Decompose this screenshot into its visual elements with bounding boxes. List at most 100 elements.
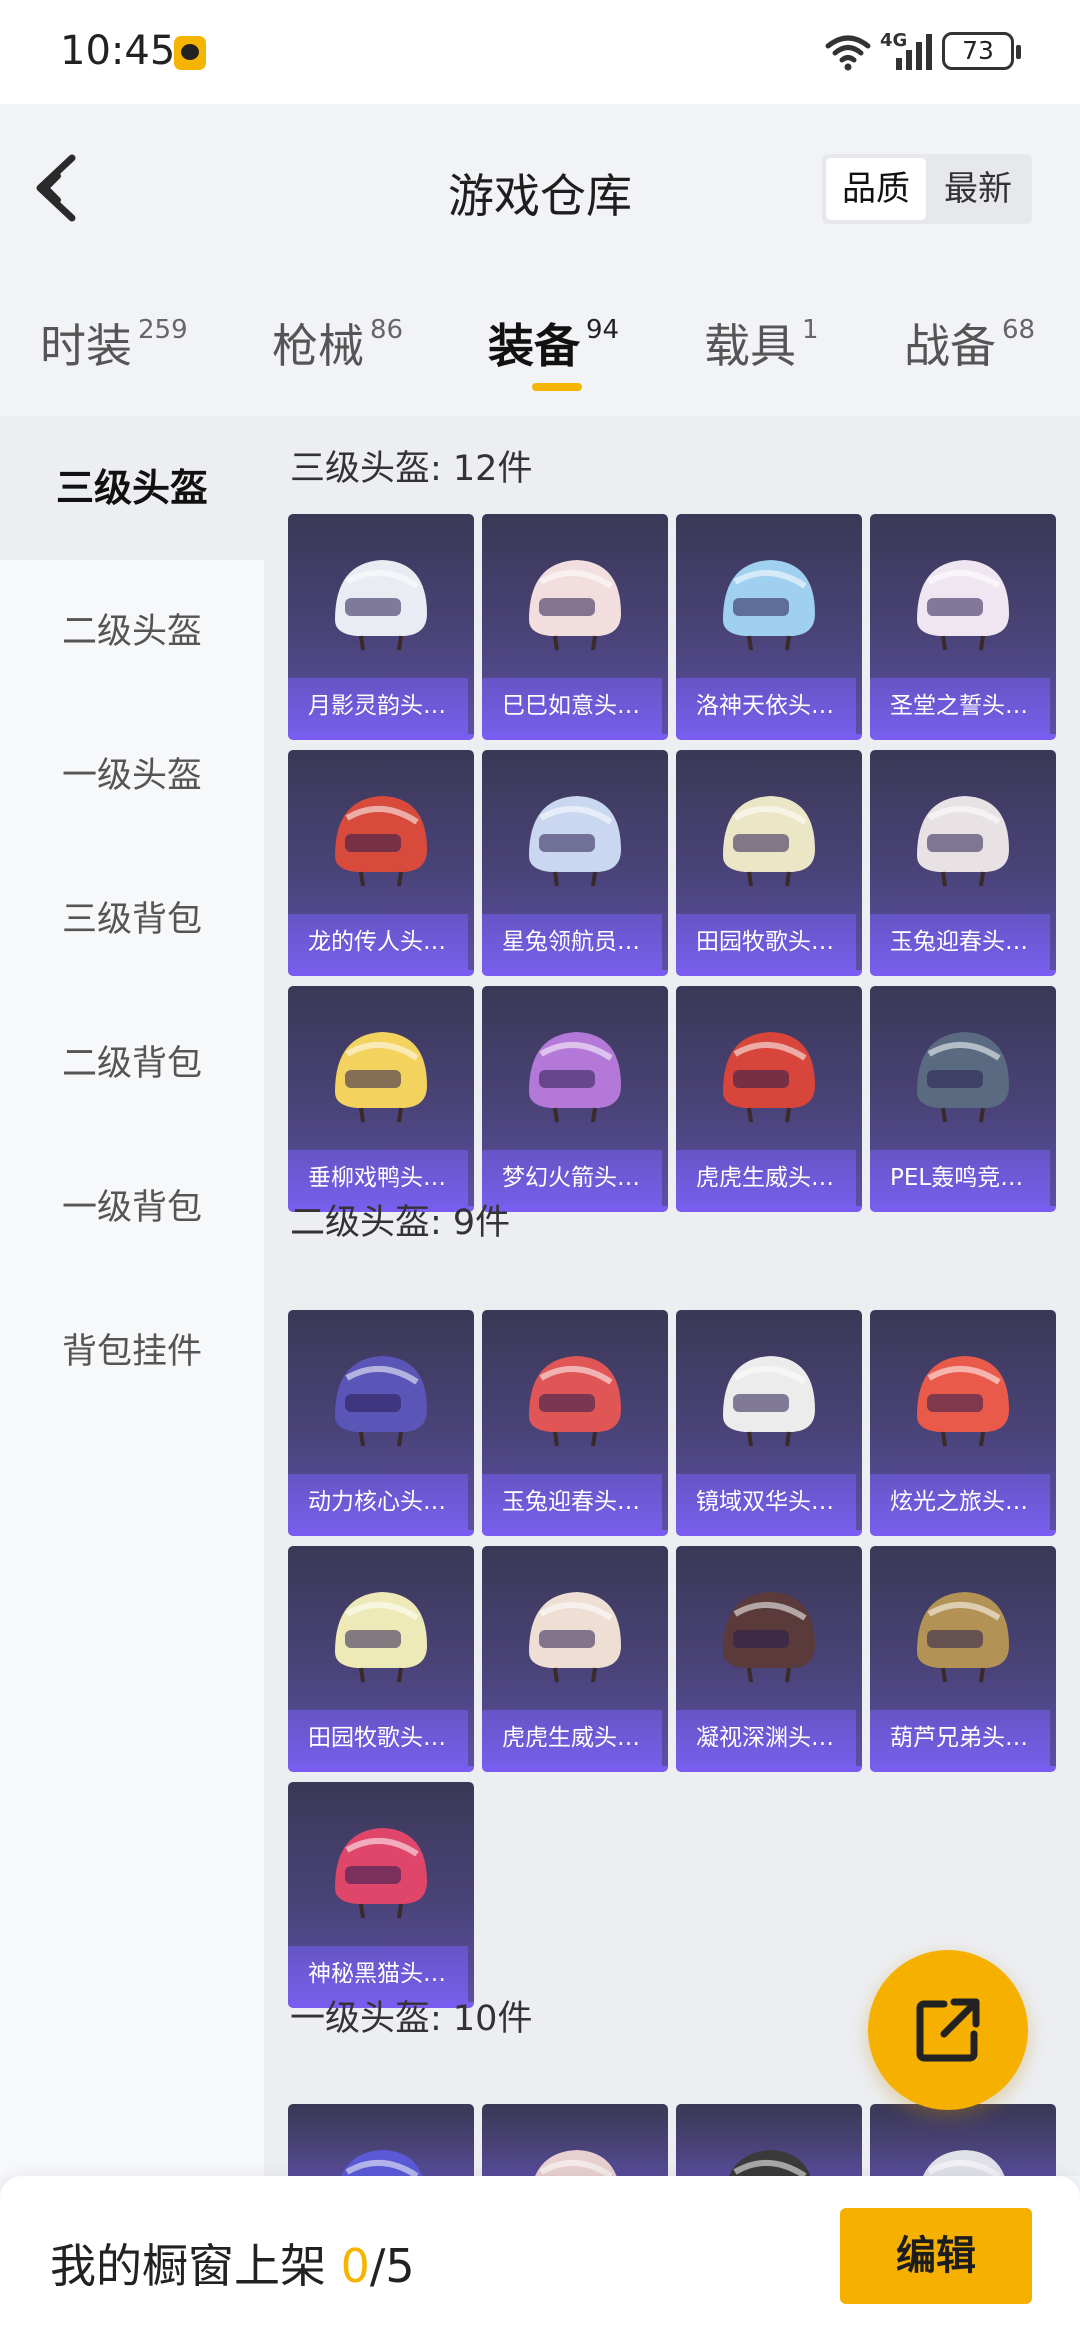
helmet-icon (723, 1356, 815, 1447)
showcase-bar: 我的橱窗上架 0/5 编辑 (0, 2176, 1080, 2340)
item-card[interactable]: 梦幻火箭头… (482, 986, 668, 1212)
showcase-total-count: /5 (369, 2239, 415, 2293)
item-card[interactable]: 虎虎生威头… (676, 986, 862, 1212)
item-card[interactable]: 神秘黑猫头… (288, 1782, 474, 2008)
item-card[interactable]: 月影灵韵头… (288, 514, 474, 740)
edit-button[interactable]: 编辑 (840, 2208, 1032, 2304)
category-tabs: 时装 259 枪械 86 装备 94 载具 1 战备 68 (0, 300, 1080, 416)
sidebar-item-backpack-lv2[interactable]: 二级背包 (0, 992, 264, 1136)
item-name: 月影灵韵头… (288, 678, 468, 734)
showcase-current-count: 0 (340, 2239, 370, 2293)
item-name: 炫光之旅头… (870, 1474, 1050, 1530)
item-card[interactable]: 镜域双华头… (676, 1310, 862, 1536)
helmet-icon (917, 1592, 1009, 1683)
item-card[interactable]: 玉兔迎春头… (482, 1310, 668, 1536)
section-title-helmet-lv3: 三级头盔: 12件 (290, 449, 533, 489)
item-name: 虎虎生威头… (676, 1150, 856, 1206)
share-button[interactable] (868, 1950, 1028, 2110)
item-card[interactable]: 星兔领航员… (482, 750, 668, 976)
item-card[interactable]: 炫光之旅头… (870, 1310, 1056, 1536)
tab-supplies[interactable]: 战备 68 (904, 310, 1035, 390)
helmet-icon (335, 1592, 427, 1683)
tab-label: 载具 (704, 319, 796, 373)
sidebar-item-backpack-pendant[interactable]: 背包挂件 (0, 1280, 264, 1424)
item-card[interactable]: PEL轰鸣竞… (870, 986, 1056, 1212)
sort-option-quality[interactable]: 品质 (826, 158, 926, 220)
wifi-icon (825, 35, 871, 71)
sidebar-item-helmet-lv1[interactable]: 一级头盔 (0, 704, 264, 848)
helmet-icon (917, 560, 1009, 651)
helmet-icon (535, 2150, 617, 2176)
tab-count: 68 (1002, 315, 1036, 345)
battery-indicator: 73 (942, 32, 1021, 70)
item-card[interactable]: 玉兔迎春头… (870, 750, 1056, 976)
tab-equipment[interactable]: 装备 94 (488, 310, 619, 390)
helmet-icon (723, 1032, 815, 1123)
tab-count: 86 (370, 315, 404, 345)
item-card[interactable] (676, 2104, 862, 2176)
tab-label: 时装 (40, 319, 132, 373)
item-name: 圣堂之誓头… (870, 678, 1050, 734)
sidebar-item-helmet-lv2[interactable]: 二级头盔 (0, 560, 264, 704)
tab-label: 装备 (488, 319, 580, 373)
item-card[interactable]: 巳巳如意头… (482, 514, 668, 740)
tab-label: 战备 (904, 319, 996, 373)
helmet-icon (335, 1032, 427, 1123)
helmet-icon (529, 796, 621, 887)
helmet-icon (917, 796, 1009, 887)
item-card[interactable]: 葫芦兄弟头… (870, 1546, 1056, 1772)
sort-option-newest[interactable]: 最新 (928, 158, 1028, 220)
item-name: 巳巳如意头… (482, 678, 662, 734)
sidebar-item-backpack-lv1[interactable]: 一级背包 (0, 1136, 264, 1280)
item-name: 动力核心头… (288, 1474, 468, 1530)
tab-fashion[interactable]: 时装 259 (40, 310, 188, 390)
app-root: { "status_bar": { "time": "10:45", "netw… (0, 0, 1080, 2340)
item-card[interactable]: 田园牧歌头… (676, 750, 862, 976)
signal-icon (896, 34, 932, 70)
tab-label: 枪械 (272, 319, 364, 373)
item-name: 田园牧歌头… (288, 1710, 468, 1766)
showcase-label: 我的橱窗上架 (50, 2239, 326, 2293)
tab-count: 94 (586, 315, 620, 345)
item-card[interactable]: 凝视深渊头… (676, 1546, 862, 1772)
item-card[interactable] (288, 2104, 474, 2176)
item-card[interactable] (870, 2104, 1056, 2176)
item-list[interactable]: 三级头盔: 12件 月影灵韵头… 巳巳如意头… 洛神天依头… 圣堂之誓头… 龙的传人头…… (264, 416, 1080, 2176)
item-card[interactable] (482, 2104, 668, 2176)
helmet-icon (723, 1592, 815, 1683)
sidebar-item-backpack-lv3[interactable]: 三级背包 (0, 848, 264, 992)
section-title-helmet-lv1: 一级头盔: 10件 (290, 1999, 533, 2039)
item-name: 葫芦兄弟头… (870, 1710, 1050, 1766)
helmet-icon (529, 1032, 621, 1123)
helmet-icon (723, 560, 815, 651)
item-name: 星兔领航员… (482, 914, 662, 970)
item-name: 虎虎生威头… (482, 1710, 662, 1766)
helmet-icon (729, 2150, 811, 2176)
item-card[interactable]: 圣堂之誓头… (870, 514, 1056, 740)
status-time: 10:45 (60, 28, 176, 74)
helmet-icon (923, 2150, 1005, 2176)
tab-count: 259 (138, 315, 188, 345)
helmet-icon (335, 560, 427, 651)
section-title-helmet-lv2: 二级头盔: 9件 (290, 1203, 511, 1243)
item-card[interactable]: 虎虎生威头… (482, 1546, 668, 1772)
item-card[interactable]: 垂柳戏鸭头… (288, 986, 474, 1212)
helmet-icon (529, 560, 621, 651)
tab-weapons[interactable]: 枪械 86 (272, 310, 403, 390)
item-card[interactable]: 动力核心头… (288, 1310, 474, 1536)
helmet-icon (335, 1828, 427, 1919)
helmet-icon (341, 2150, 423, 2176)
helmet-icon (917, 1356, 1009, 1447)
helmet-icon (723, 796, 815, 887)
item-card[interactable]: 龙的传人头… (288, 750, 474, 976)
sort-toggle: 品质 最新 (822, 154, 1032, 224)
item-card[interactable]: 田园牧歌头… (288, 1546, 474, 1772)
item-name: 龙的传人头… (288, 914, 468, 970)
tab-vehicles[interactable]: 载具 1 (704, 310, 819, 390)
item-name: 玉兔迎春头… (482, 1474, 662, 1530)
sidebar-item-helmet-lv3[interactable]: 三级头盔 (0, 416, 264, 560)
item-card[interactable]: 洛神天依头… (676, 514, 862, 740)
showcase-status: 我的橱窗上架 0/5 (50, 2230, 415, 2296)
helmet-icon (529, 1592, 621, 1683)
app-notification-icon (174, 36, 206, 70)
